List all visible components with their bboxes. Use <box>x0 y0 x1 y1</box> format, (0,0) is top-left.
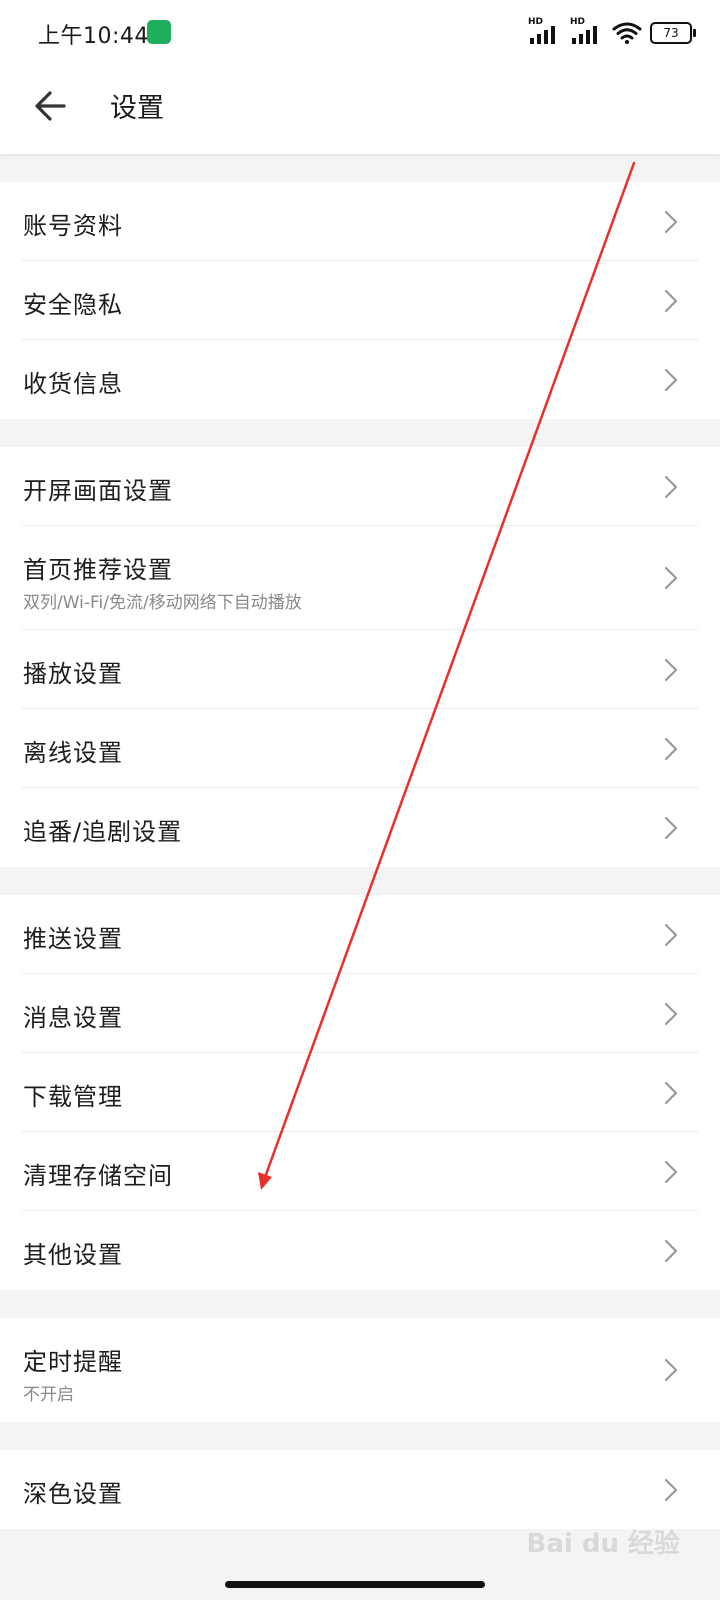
chevron-right-icon <box>664 210 678 233</box>
home-indicator[interactable] <box>225 1581 485 1588</box>
chevron-right-icon <box>664 566 678 590</box>
settings-item-label: 安全隐私 <box>23 291 123 319</box>
settings-item-label: 追番/追剧设置 <box>23 818 183 846</box>
chevron-right-icon <box>664 658 678 681</box>
settings-item-security-privacy[interactable]: 安全隐私 <box>0 261 720 340</box>
settings-item-clear-storage[interactable]: 清理存储空间 <box>0 1132 720 1211</box>
settings-item-timed-reminder[interactable]: 定时提醒 不开启 <box>0 1318 720 1422</box>
signal-icon: HD <box>528 17 562 46</box>
chevron-right-icon <box>664 1358 678 1382</box>
settings-item-label: 收货信息 <box>23 370 123 398</box>
watermark-logo: Bai du 经验 <box>526 1529 681 1559</box>
chevron-right-icon <box>664 1239 678 1262</box>
settings-item-label: 首页推荐设置 <box>23 556 173 584</box>
settings-item-label: 下载管理 <box>23 1083 123 1111</box>
settings-item-offline[interactable]: 离线设置 <box>0 709 720 788</box>
status-icons: HD HD 73 <box>528 17 696 48</box>
settings-group-general: 推送设置 消息设置 下载管理 清理存储空间 其他设置 <box>0 895 720 1290</box>
page-title: 设置 <box>110 93 164 124</box>
settings-item-account-profile[interactable]: 账号资料 <box>0 182 720 261</box>
settings-item-label: 定时提醒 <box>23 1348 123 1376</box>
settings-item-label: 账号资料 <box>23 212 123 240</box>
chevron-right-icon <box>664 1081 678 1104</box>
settings-item-label: 播放设置 <box>23 660 123 688</box>
chevron-right-icon <box>664 1160 678 1183</box>
settings-group-reminder: 定时提醒 不开启 <box>0 1318 720 1422</box>
chevron-right-icon <box>664 475 678 498</box>
chevron-right-icon <box>664 368 678 391</box>
settings-item-subtitle: 双列/Wi-Fi/免流/移动网络下自动播放 <box>23 593 302 613</box>
chevron-right-icon <box>664 1478 678 1501</box>
settings-item-push[interactable]: 推送设置 <box>0 895 720 974</box>
settings-item-follow-series[interactable]: 追番/追剧设置 <box>0 788 720 867</box>
arrow-left-icon <box>35 91 66 121</box>
chevron-right-icon <box>664 289 678 312</box>
chevron-right-icon <box>664 923 678 946</box>
chevron-right-icon <box>664 816 678 839</box>
settings-group-appearance: 深色设置 <box>0 1450 720 1529</box>
settings-item-messages[interactable]: 消息设置 <box>0 974 720 1053</box>
app-header: 设置 <box>0 66 720 154</box>
wifi-icon <box>612 22 642 44</box>
settings-item-playback[interactable]: 播放设置 <box>0 630 720 709</box>
settings-group-account: 账号资料 安全隐私 收货信息 <box>0 182 720 419</box>
settings-item-shipping-info[interactable]: 收货信息 <box>0 340 720 419</box>
settings-item-subtitle: 不开启 <box>23 1385 74 1405</box>
settings-item-label: 离线设置 <box>23 739 123 767</box>
status-bar: 上午10:44 HD HD 73 <box>0 0 720 66</box>
battery-indicator: 73 <box>650 22 696 44</box>
settings-item-dark-mode[interactable]: 深色设置 <box>0 1450 720 1529</box>
settings-item-label: 开屏画面设置 <box>23 477 173 505</box>
settings-item-label: 深色设置 <box>23 1480 123 1508</box>
chevron-right-icon <box>664 737 678 760</box>
status-time: 上午10:44 <box>38 24 149 49</box>
chevron-right-icon <box>664 1002 678 1025</box>
signal-icon: HD <box>570 17 604 46</box>
settings-group-playback: 开屏画面设置 首页推荐设置 双列/Wi-Fi/免流/移动网络下自动播放 播放设置… <box>0 447 720 867</box>
settings-item-splash-screen[interactable]: 开屏画面设置 <box>0 447 720 526</box>
settings-list: 账号资料 安全隐私 收货信息 开屏画面设置 首页推荐设置 双列/Wi-Fi/免流… <box>0 154 720 1529</box>
settings-item-label: 其他设置 <box>23 1241 123 1269</box>
back-button[interactable] <box>28 82 76 130</box>
settings-item-other[interactable]: 其他设置 <box>0 1211 720 1290</box>
settings-item-label: 推送设置 <box>23 925 123 953</box>
settings-item-label: 清理存储空间 <box>23 1162 173 1190</box>
app-notification-icon <box>147 20 171 44</box>
settings-item-download-manager[interactable]: 下载管理 <box>0 1053 720 1132</box>
settings-item-label: 消息设置 <box>23 1004 123 1032</box>
settings-item-home-recommend[interactable]: 首页推荐设置 双列/Wi-Fi/免流/移动网络下自动播放 <box>0 526 720 630</box>
